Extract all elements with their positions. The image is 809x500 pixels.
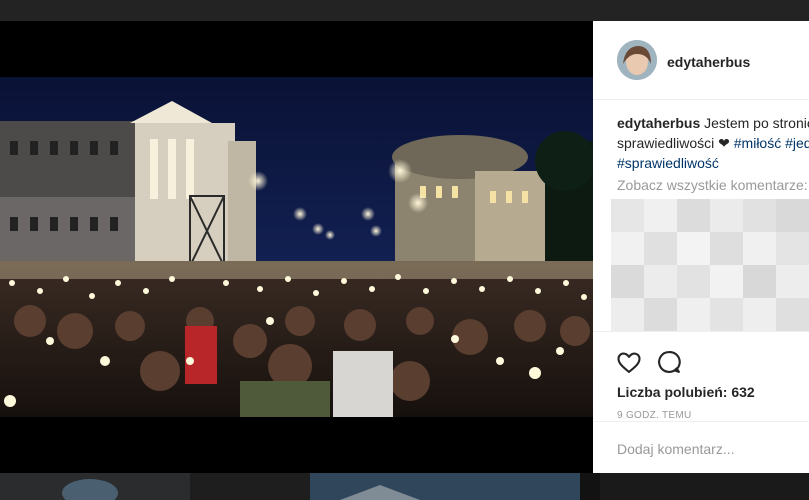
post-caption: edytaherbus Jestem po stronie sprawiedli… <box>617 113 809 173</box>
heart-icon[interactable] <box>615 348 643 376</box>
view-all-comments-link[interactable]: Zobacz wszystkie komentarze: 2 <box>617 177 809 193</box>
post-photo <box>0 21 593 473</box>
likes-count[interactable]: Liczba polubień: 632 <box>617 384 755 400</box>
blurred-comments <box>611 199 809 331</box>
post-username[interactable]: edytaherbus <box>667 54 750 70</box>
caption-text-1: Jestem po stronie <box>704 115 809 131</box>
top-bar <box>0 0 809 21</box>
caption-username[interactable]: edytaherbus <box>617 115 700 131</box>
comment-icon[interactable] <box>655 348 683 376</box>
caption-line-2: sprawiedliwości ❤ #miłość #jed <box>617 133 809 153</box>
add-comment-row: Dodaj komentarz... <box>593 421 809 473</box>
caption-text-2: sprawiedliwości ❤ <box>617 135 730 151</box>
hashtag-link[interactable]: #jed <box>785 135 809 151</box>
post-header: edytaherbus <box>593 21 809 100</box>
avatar[interactable] <box>617 40 657 80</box>
post-details-panel: edytaherbus edytaherbus Jestem po stroni… <box>593 21 809 473</box>
caption-line-3: #sprawiedliwość <box>617 153 809 173</box>
add-comment-input[interactable]: Dodaj komentarz... <box>617 441 735 457</box>
hashtag-link[interactable]: #sprawiedliwość <box>617 155 719 171</box>
hashtag-link[interactable]: #miłość <box>734 135 781 151</box>
caption-line-1: edytaherbus Jestem po stronie <box>617 113 809 133</box>
background-feed-thumbnails <box>0 473 809 500</box>
post-timestamp: 9 GODZ. TEMU <box>617 410 692 421</box>
